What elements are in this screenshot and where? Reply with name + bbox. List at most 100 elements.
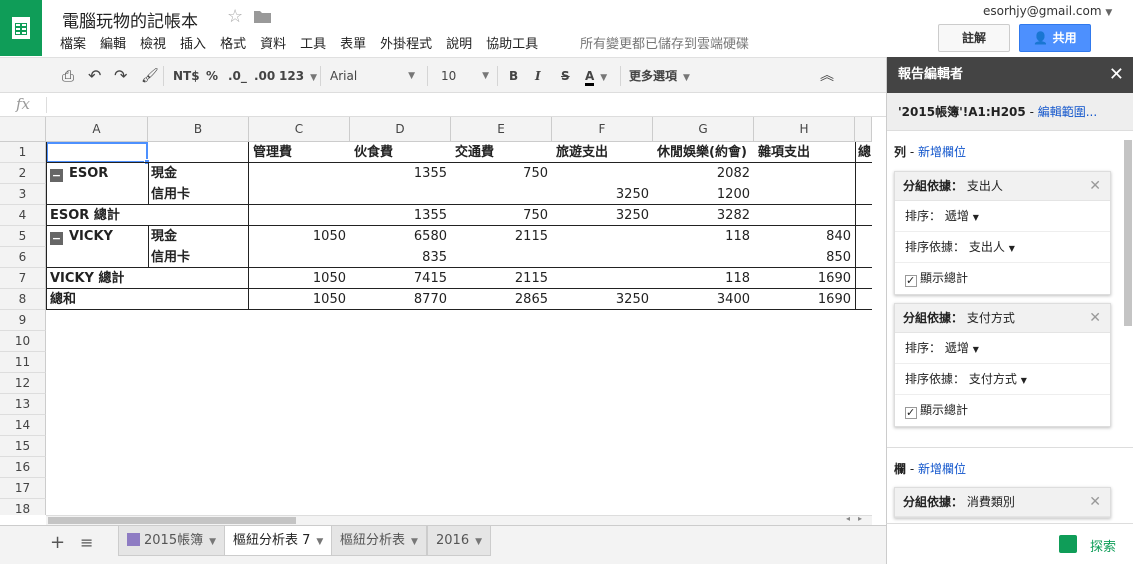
add-column-field-link[interactable]: 新增欄位 — [918, 462, 966, 476]
row-header[interactable]: 4 — [0, 205, 46, 226]
menu-tools[interactable]: 工具 — [300, 33, 326, 52]
remove-icon[interactable]: ✕ — [1089, 304, 1101, 333]
order-select[interactable]: 排序： 遞增 ▼ — [895, 201, 1110, 232]
row-header[interactable]: 12 — [0, 373, 46, 394]
menu-form[interactable]: 表單 — [340, 33, 366, 52]
column-header-f[interactable]: F — [552, 117, 653, 142]
cell-c5[interactable]: 1050 — [249, 226, 350, 247]
cell-d4[interactable]: 1355 — [350, 205, 451, 226]
redo-icon[interactable]: ↷ — [114, 58, 127, 94]
cell-d6[interactable]: 835 — [350, 247, 451, 268]
cell-h6[interactable]: 850 — [754, 247, 855, 268]
order-select[interactable]: 排序： 遞增 ▼ — [895, 333, 1110, 364]
print-icon[interactable]: ⎙ — [62, 58, 74, 94]
cell-e1[interactable]: 交通費 — [455, 142, 494, 163]
cell-i1[interactable]: 總 — [858, 142, 872, 163]
remove-icon[interactable]: ✕ — [1089, 488, 1101, 517]
row-header[interactable]: 8 — [0, 289, 46, 310]
add-row-field-link[interactable]: 新增欄位 — [918, 145, 966, 159]
menu-format[interactable]: 格式 — [220, 33, 246, 52]
menu-edit[interactable]: 編輯 — [100, 33, 126, 52]
sheet-tab-2016[interactable]: 2016 ▼ — [427, 526, 492, 556]
cell-b3[interactable]: 信用卡 — [151, 184, 190, 205]
strikethrough-button[interactable]: S — [561, 58, 570, 94]
more-options-button[interactable]: 更多選項 ▼ — [629, 58, 690, 94]
collapse-group-icon[interactable]: − — [50, 169, 63, 182]
explore-button[interactable]: 探索 — [886, 523, 1133, 564]
cell-g1[interactable]: 休閒娛樂(約會) — [657, 142, 747, 163]
row-header[interactable]: 6 — [0, 247, 46, 268]
cell-d8[interactable]: 8770 — [350, 289, 451, 310]
document-title[interactable]: 電腦玩物的記帳本 — [62, 7, 198, 32]
cell-f1[interactable]: 旅遊支出 — [556, 142, 608, 163]
row-header[interactable]: 16 — [0, 457, 46, 478]
cell-h1[interactable]: 雜項支出 — [758, 142, 810, 163]
italic-button[interactable]: I — [535, 58, 541, 94]
cell-e7[interactable]: 2115 — [451, 268, 552, 289]
row-header[interactable]: 17 — [0, 478, 46, 499]
row-header[interactable]: 14 — [0, 415, 46, 436]
menu-view[interactable]: 檢視 — [140, 33, 166, 52]
more-formats-button[interactable]: 123 ▼ — [279, 58, 317, 94]
cell-g3[interactable]: 1200 — [653, 184, 754, 205]
cell-b6[interactable]: 信用卡 — [151, 247, 190, 268]
increase-decimal-button[interactable]: .00 — [254, 58, 275, 94]
cell-d7[interactable]: 7415 — [350, 268, 451, 289]
currency-format-button[interactable]: NT$ — [173, 58, 200, 94]
show-totals-checkbox[interactable]: ✓ 顯示總計 — [895, 395, 1110, 426]
cell-a2[interactable]: − ESOR — [50, 163, 108, 184]
account-email[interactable]: esorhjy@gmail.com ▼ — [983, 4, 1112, 18]
row-header[interactable]: 1 — [0, 142, 46, 163]
column-header-d[interactable]: D — [350, 117, 451, 142]
cell-f4[interactable]: 3250 — [552, 205, 653, 226]
paint-format-icon[interactable]: 🖌 — [141, 58, 159, 94]
menu-file[interactable]: 檔案 — [60, 33, 86, 52]
cell-f3[interactable]: 3250 — [552, 184, 653, 205]
row-header[interactable]: 3 — [0, 184, 46, 205]
row-header[interactable]: 10 — [0, 331, 46, 352]
bold-button[interactable]: B — [509, 58, 518, 94]
cell-a4[interactable]: ESOR 總計 — [50, 205, 120, 226]
cell-e5[interactable]: 2115 — [451, 226, 552, 247]
show-totals-checkbox[interactable]: ✓ 顯示總計 — [895, 263, 1110, 294]
column-header-a[interactable]: A — [46, 117, 148, 142]
menu-data[interactable]: 資料 — [260, 33, 286, 52]
cell-h7[interactable]: 1690 — [754, 268, 855, 289]
cell-c7[interactable]: 1050 — [249, 268, 350, 289]
column-header-c[interactable]: C — [249, 117, 350, 142]
comment-button[interactable]: 註解 — [938, 24, 1010, 52]
cell-e4[interactable]: 750 — [451, 205, 552, 226]
cell-e2[interactable]: 750 — [451, 163, 552, 184]
cell-h5[interactable]: 840 — [754, 226, 855, 247]
cell-a8[interactable]: 總和 — [50, 289, 76, 310]
cell-g5[interactable]: 118 — [653, 226, 754, 247]
cell-a5[interactable]: − VICKY — [50, 226, 113, 247]
scroll-left-icon[interactable]: ◂ — [846, 514, 850, 523]
row-header[interactable]: 13 — [0, 394, 46, 415]
spreadsheet-grid[interactable]: A B C D E F G H 1 2 3 4 5 6 7 8 9 10 11 … — [0, 117, 872, 515]
row-header[interactable]: 15 — [0, 436, 46, 457]
add-sheet-icon[interactable]: + — [50, 532, 65, 553]
font-size-select[interactable]: 10 ▼ — [441, 58, 489, 94]
cell-h8[interactable]: 1690 — [754, 289, 855, 310]
all-sheets-icon[interactable]: ≡ — [80, 533, 93, 552]
sort-by-select[interactable]: 排序依據： 支出人 ▼ — [895, 232, 1110, 263]
horizontal-scrollbar[interactable]: ◂ ▸ — [46, 514, 872, 525]
cell-b2[interactable]: 現金 — [151, 163, 177, 184]
scrollbar-thumb[interactable] — [48, 517, 296, 524]
undo-icon[interactable]: ↶ — [88, 58, 101, 94]
cell-f8[interactable]: 3250 — [552, 289, 653, 310]
sort-by-select[interactable]: 排序依據： 支付方式 ▼ — [895, 364, 1110, 395]
share-button[interactable]: 👤 共用 — [1019, 24, 1091, 52]
column-header-e[interactable]: E — [451, 117, 552, 142]
decrease-decimal-button[interactable]: .0_ — [228, 58, 247, 94]
cell-g7[interactable]: 118 — [653, 268, 754, 289]
star-icon[interactable]: ☆ — [227, 6, 243, 27]
folder-icon[interactable] — [254, 10, 271, 23]
sheet-tab-pivot-7[interactable]: 樞紐分析表 7 ▼ — [224, 526, 333, 556]
column-header-g[interactable]: G — [653, 117, 754, 142]
formula-bar[interactable]: fx — [0, 93, 886, 117]
row-header[interactable]: 18 — [0, 499, 46, 515]
cell-g8[interactable]: 3400 — [653, 289, 754, 310]
edit-range-link[interactable]: 編輯範圍... — [1038, 105, 1097, 119]
